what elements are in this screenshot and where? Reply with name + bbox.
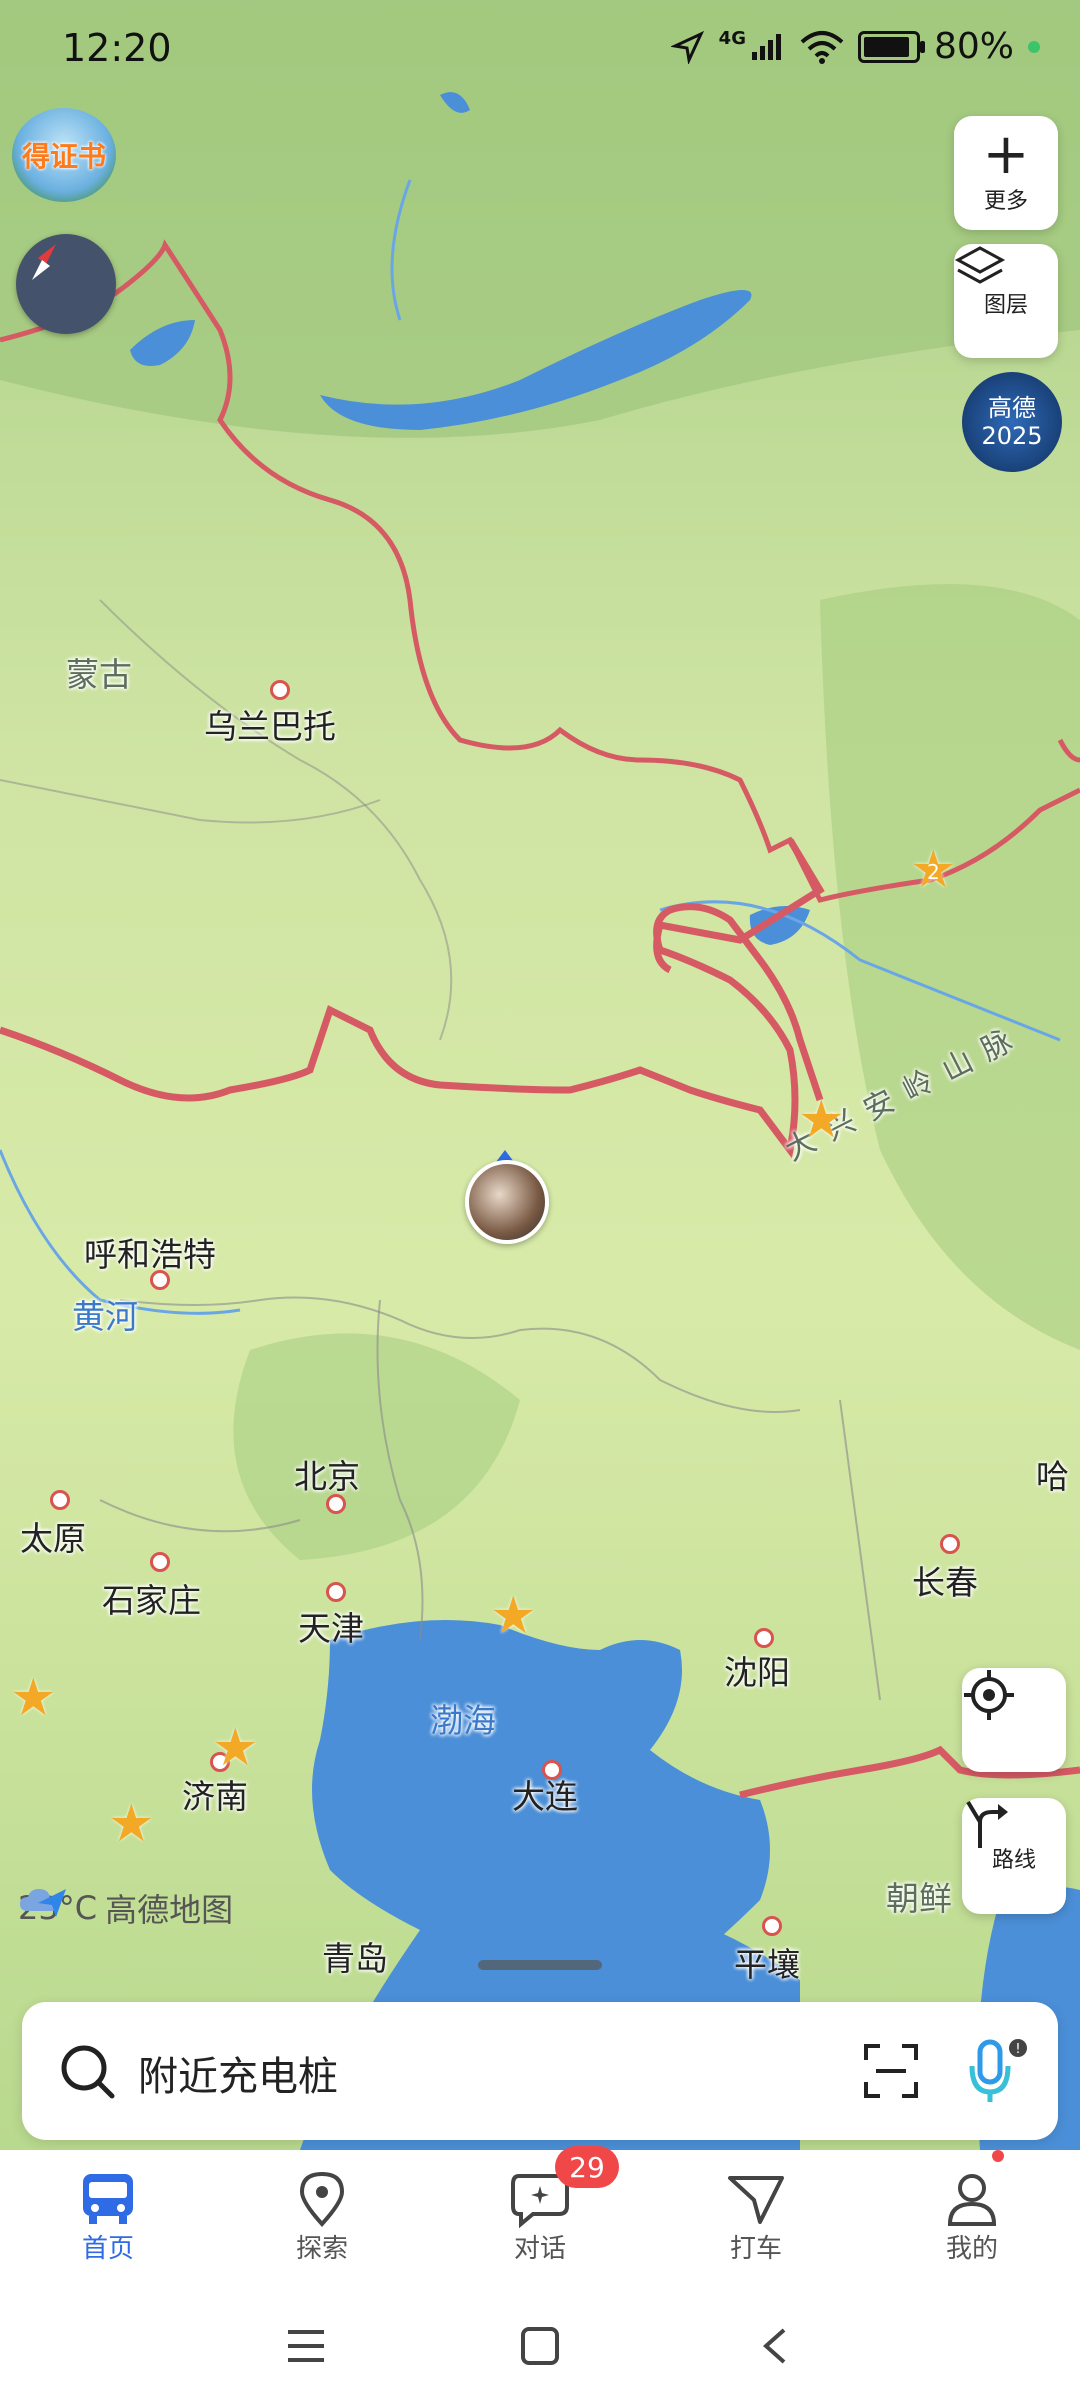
tab-explore[interactable]: 探索 xyxy=(252,2170,392,2265)
star-marker[interactable]: ★ xyxy=(490,1590,537,1642)
battery-level: 80% xyxy=(933,26,1014,67)
city-dot-changchun xyxy=(940,1534,960,1554)
weather-info[interactable]: 23°C 高德地图 xyxy=(18,1885,233,1931)
layers-label: 图层 xyxy=(983,293,1028,318)
city-dot-dalian xyxy=(542,1760,562,1780)
layers-button[interactable]: 图层 xyxy=(954,244,1058,358)
region-label-korea: 朝鲜 xyxy=(886,1879,952,1918)
plus-icon: + xyxy=(982,122,1030,187)
city-label-shijiazhuang[interactable]: 石家庄 xyxy=(102,1574,201,1622)
bus-icon xyxy=(83,2174,133,2224)
system-nav-bar xyxy=(0,2290,1080,2400)
privacy-indicator xyxy=(1028,40,1040,53)
brand-label: 高德地图 xyxy=(105,1891,234,1929)
city-label-harbin[interactable]: 哈 xyxy=(1036,1450,1069,1498)
star-marker[interactable]: ★ xyxy=(798,1094,845,1146)
layers-icon xyxy=(954,246,1006,284)
star-marker[interactable]: ★ xyxy=(10,1672,57,1724)
more-label: 更多 xyxy=(983,189,1028,214)
sheet-drag-handle[interactable] xyxy=(478,1960,602,1970)
location-pin-icon xyxy=(299,2171,345,2227)
city-dot-shijiazhuang xyxy=(150,1552,170,1572)
network-type: 4G xyxy=(718,28,746,49)
compass-button[interactable] xyxy=(16,234,116,334)
tab-home[interactable]: 首页 xyxy=(38,2170,178,2265)
city-label-taiyuan[interactable]: 太原 xyxy=(20,1512,86,1560)
city-label-hohhot[interactable]: 呼和浩特 xyxy=(84,1228,216,1276)
search-bar[interactable]: 附近充电桩 ! xyxy=(22,2002,1058,2140)
locate-button[interactable] xyxy=(962,1668,1066,1772)
scan-icon[interactable] xyxy=(862,2042,920,2100)
tab-explore-label: 探索 xyxy=(295,2234,348,2264)
taxi-arrow-icon xyxy=(728,2176,784,2224)
compass-icon xyxy=(32,244,56,280)
user-icon xyxy=(947,2174,997,2226)
city-label-beijing[interactable]: 北京 xyxy=(294,1450,360,1498)
city-label-tianjin[interactable]: 天津 xyxy=(298,1602,364,1650)
map-canvas[interactable]: 得证书 蒙古 乌兰巴托 呼和浩特 黄河 北京 太原 石家庄 天津 济南 渤海 大… xyxy=(0,0,1080,2150)
mine-notification-dot xyxy=(992,2150,1004,2162)
amap-2025-badge-text: 高德 2025 xyxy=(981,394,1043,450)
tab-mine[interactable]: 我的 xyxy=(902,2170,1042,2265)
city-dot-ulaanbaatar xyxy=(270,680,290,700)
city-dot-beijing xyxy=(326,1494,346,1514)
status-icons: 4G 80% xyxy=(670,26,1040,67)
user-location-avatar[interactable] xyxy=(465,1160,549,1244)
status-bar: 12:20 4G 80% xyxy=(0,0,1080,100)
svg-text:!: ! xyxy=(1015,2042,1020,2057)
city-dot-hohhot xyxy=(150,1270,170,1290)
tab-home-label: 首页 xyxy=(81,2234,134,2264)
city-label-qingdao[interactable]: 青岛 xyxy=(322,1932,388,1980)
river-label-yellow: 黄河 xyxy=(72,1297,138,1336)
tab-taxi[interactable]: 打车 xyxy=(686,2170,826,2265)
city-label-ulaanbaatar[interactable]: 乌兰巴托 xyxy=(204,700,336,748)
tab-mine-label: 我的 xyxy=(945,2234,998,2264)
city-label-shenyang[interactable]: 沈阳 xyxy=(724,1646,790,1694)
city-dot-taiyuan xyxy=(50,1490,70,1510)
bottom-tab-bar: 首页 探索 对话 打车 我的 xyxy=(0,2150,1080,2290)
certificate-badge[interactable]: 得证书 xyxy=(12,108,116,202)
city-label-pyongyang[interactable]: 平壤 xyxy=(734,1938,800,1986)
search-input[interactable]: 附近充电桩 xyxy=(138,2044,338,2102)
city-dot-pyongyang xyxy=(762,1916,782,1936)
location-arrow-icon xyxy=(670,30,704,64)
voice-assistant-icon[interactable]: ! xyxy=(966,2036,1030,2106)
home-square-icon[interactable] xyxy=(520,2326,560,2366)
region-label-mongolia: 蒙古 xyxy=(66,655,132,694)
sea-label-bohai: 渤海 xyxy=(430,1701,496,1740)
star-marker-label: 2 xyxy=(927,860,940,884)
city-dot-tianjin xyxy=(326,1582,346,1602)
city-label-changchun[interactable]: 长春 xyxy=(912,1556,978,1604)
tab-taxi-label: 打车 xyxy=(729,2234,782,2264)
route-button[interactable]: 路线 xyxy=(962,1798,1066,1914)
chat-unread-badge: 29 xyxy=(555,2146,619,2188)
amap-2025-badge[interactable]: 高德 2025 xyxy=(962,372,1062,472)
search-icon xyxy=(61,2045,115,2099)
more-button[interactable]: + 更多 xyxy=(954,116,1058,230)
star-marker[interactable]: ★ xyxy=(212,1722,259,1774)
back-icon[interactable] xyxy=(760,2326,790,2366)
amap-logo-icon xyxy=(38,1889,66,1917)
signal-icon xyxy=(751,33,781,60)
city-dot-shenyang xyxy=(754,1628,774,1648)
battery-icon xyxy=(857,30,925,63)
certificate-badge-text: 得证书 xyxy=(21,140,106,173)
status-time: 12:20 xyxy=(62,26,172,70)
route-icon xyxy=(966,1800,1008,1848)
tab-chat-label: 对话 xyxy=(513,2234,566,2264)
menu-icon[interactable] xyxy=(286,2328,326,2364)
crosshair-icon xyxy=(964,1670,1014,1720)
star-marker[interactable]: ★ xyxy=(108,1798,155,1850)
wifi-icon xyxy=(800,30,844,64)
